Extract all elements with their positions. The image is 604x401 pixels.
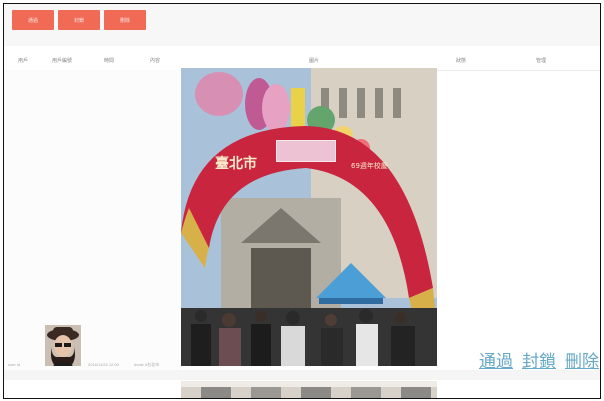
top-toolbar: 通過 封鎖 刪除	[4, 4, 600, 46]
delete-link[interactable]: 刪除	[565, 347, 599, 372]
next-submitted-photo[interactable]	[181, 381, 437, 398]
header-content: 內容	[150, 58, 161, 64]
banner-text: 臺北市	[215, 155, 257, 172]
banner-right-text: 69週年校慶	[351, 161, 388, 170]
time-text: 2016/11/24 12:00	[88, 362, 119, 367]
row-info-panel	[4, 70, 180, 370]
approve-link[interactable]: 通過	[479, 347, 513, 372]
block-link[interactable]: 封鎖	[522, 347, 556, 372]
header-user: 用戶	[18, 58, 29, 64]
moderation-page: 通過 封鎖 刪除 用戶 用戶編號 時間 內容 圖片 狀態 管理 user id …	[3, 3, 601, 399]
header-user-id: 用戶編號	[52, 58, 73, 64]
block-all-button[interactable]: 封鎖	[58, 10, 100, 30]
header-image: 圖片	[309, 58, 320, 64]
delete-all-button[interactable]: 刪除	[104, 10, 146, 30]
submitted-photo[interactable]: 臺北市 69週年校慶	[181, 68, 437, 366]
approve-all-button[interactable]: 通過	[12, 10, 54, 30]
user-id-text: user id	[8, 362, 21, 367]
row-divider	[4, 370, 600, 380]
header-manage: 管理	[536, 58, 547, 64]
header-time: 時間	[104, 58, 115, 64]
avatar	[45, 325, 81, 366]
header-status: 狀態	[456, 58, 467, 64]
content-text: #vote #台北市	[134, 362, 160, 367]
